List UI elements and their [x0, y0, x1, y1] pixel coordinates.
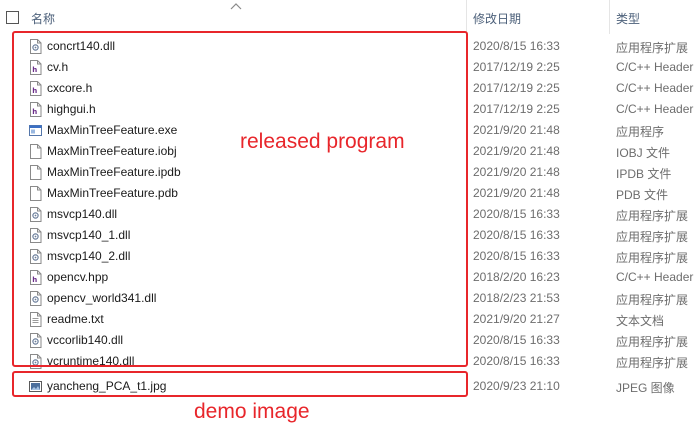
file-name[interactable]: cxcore.h [47, 81, 92, 95]
file-name[interactable]: readme.txt [47, 312, 104, 326]
header-file-icon: h [29, 60, 42, 75]
dll-icon [29, 291, 42, 306]
column-divider[interactable] [466, 0, 467, 34]
file-type: 文本文档 [616, 314, 665, 328]
file-name[interactable]: msvcp140_1.dll [47, 228, 130, 242]
file-row[interactable]: vccorlib140.dll 2020/8/15 16:33 应用程序扩展 [0, 330, 695, 351]
file-row[interactable]: MaxMinTreeFeature.pdb 2021/9/20 21:48 PDB … [0, 183, 695, 204]
file-type: IPDB 文件 [616, 167, 672, 181]
file-modified-date: 2020/9/23 21:10 [473, 379, 560, 393]
file-row[interactable]: yancheng_PCA_t1.jpg 2020/9/23 21:10 JPEG 图… [0, 376, 695, 397]
file-row[interactable]: vcruntime140.dll 2020/8/15 16:33 应用程序扩展 [0, 351, 695, 372]
file-row[interactable]: concrt140.dll 2020/8/15 16:33 应用程序扩展 [0, 36, 695, 57]
file-name[interactable]: cv.h [47, 60, 68, 74]
dll-icon [29, 249, 42, 264]
file-type: 应用程序扩展 [616, 335, 689, 349]
file-name[interactable]: MaxMinTreeFeature.ipdb [47, 165, 181, 179]
file-name[interactable]: msvcp140_2.dll [47, 249, 130, 263]
file-type: IOBJ 文件 [616, 146, 671, 160]
file-name[interactable]: yancheng_PCA_t1.jpg [47, 379, 166, 393]
file-row[interactable]: opencv_world341.dll 2018/2/23 21:53 应用程序扩展 [0, 288, 695, 309]
select-all-checkbox[interactable] [6, 11, 19, 24]
file-type: 应用程序扩展 [616, 209, 689, 223]
svg-text:h: h [32, 66, 37, 74]
dll-icon [29, 39, 42, 54]
column-header-type[interactable]: 类型 [616, 10, 640, 27]
sort-ascending-icon [230, 3, 242, 10]
file-type: 应用程序扩展 [616, 41, 689, 55]
svg-text:h: h [32, 276, 37, 284]
file-modified-date: 2021/9/20 21:48 [473, 144, 560, 158]
dll-icon [29, 333, 42, 348]
file-row[interactable]: h cxcore.h 2017/12/19 2:25 C/C++ Header [0, 78, 695, 99]
dll-icon [29, 228, 42, 243]
file-row[interactable]: h cv.h 2017/12/19 2:25 C/C++ Header [0, 57, 695, 78]
file-modified-date: 2020/8/15 16:33 [473, 228, 560, 242]
blank-file-icon [29, 165, 42, 180]
header-file-icon: h [29, 102, 42, 117]
file-type: JPEG 图像 [616, 381, 675, 395]
file-name[interactable]: opencv_world341.dll [47, 291, 156, 305]
file-modified-date: 2021/9/20 21:48 [473, 165, 560, 179]
file-type: 应用程序扩展 [616, 230, 689, 244]
column-header-name[interactable]: 名称 [31, 10, 55, 27]
file-modified-date: 2021/9/20 21:48 [473, 186, 560, 200]
file-modified-date: 2017/12/19 2:25 [473, 81, 560, 95]
file-row[interactable]: h opencv.hpp 2018/2/20 16:23 C/C++ Header [0, 267, 695, 288]
svg-text:h: h [32, 108, 37, 116]
file-type: C/C++ Header [616, 102, 694, 116]
text-file-icon [29, 312, 42, 327]
dll-icon [29, 354, 42, 369]
file-type: 应用程序扩展 [616, 356, 689, 370]
file-type: 应用程序扩展 [616, 251, 689, 265]
svg-text:h: h [32, 87, 37, 95]
file-modified-date: 2020/8/15 16:33 [473, 354, 560, 368]
demo-image-annotation: demo image [194, 400, 310, 423]
dll-icon [29, 207, 42, 222]
file-type: 应用程序 [616, 125, 665, 139]
file-type: C/C++ Header [616, 270, 694, 284]
file-name[interactable]: MaxMinTreeFeature.exe [47, 123, 177, 137]
file-name[interactable]: concrt140.dll [47, 39, 115, 53]
file-modified-date: 2020/8/15 16:33 [473, 249, 560, 263]
file-row[interactable]: msvcp140.dll 2020/8/15 16:33 应用程序扩展 [0, 204, 695, 225]
file-row[interactable]: MaxMinTreeFeature.ipdb 2021/9/20 21:48 IPD… [0, 162, 695, 183]
file-modified-date: 2020/8/15 16:33 [473, 207, 560, 221]
file-modified-date: 2021/9/20 21:27 [473, 312, 560, 326]
file-row[interactable]: readme.txt 2021/9/20 21:27 文本文档 [0, 309, 695, 330]
file-name[interactable]: msvcp140.dll [47, 207, 117, 221]
file-modified-date: 2020/8/15 16:33 [473, 39, 560, 53]
file-name[interactable]: MaxMinTreeFeature.pdb [47, 186, 178, 200]
file-name[interactable]: MaxMinTreeFeature.iobj [47, 144, 177, 158]
blank-file-icon [29, 186, 42, 201]
file-row[interactable]: msvcp140_1.dll 2020/8/15 16:33 应用程序扩展 [0, 225, 695, 246]
file-row[interactable]: h highgui.h 2017/12/19 2:25 C/C++ Header [0, 99, 695, 120]
file-name[interactable]: vcruntime140.dll [47, 354, 134, 368]
file-type: C/C++ Header [616, 81, 694, 95]
file-modified-date: 2017/12/19 2:25 [473, 102, 560, 116]
file-name[interactable]: highgui.h [47, 102, 96, 116]
file-modified-date: 2021/9/20 21:48 [473, 123, 560, 137]
image-file-icon [29, 379, 42, 394]
file-row[interactable]: msvcp140_2.dll 2020/8/15 16:33 应用程序扩展 [0, 246, 695, 267]
column-header: 名称 修改日期 类型 [0, 0, 695, 34]
released-program-annotation: released program [240, 130, 405, 153]
header-file-icon: h [29, 270, 42, 285]
file-name[interactable]: vccorlib140.dll [47, 333, 123, 347]
file-modified-date: 2017/12/19 2:25 [473, 60, 560, 74]
file-type: C/C++ Header [616, 60, 694, 74]
header-file-icon: h [29, 81, 42, 96]
file-modified-date: 2018/2/20 16:23 [473, 270, 560, 284]
file-name[interactable]: opencv.hpp [47, 270, 108, 284]
exe-icon [29, 123, 42, 138]
file-type: 应用程序扩展 [616, 293, 689, 307]
column-divider[interactable] [609, 0, 610, 34]
blank-file-icon [29, 144, 42, 159]
column-header-date[interactable]: 修改日期 [473, 10, 521, 27]
file-modified-date: 2018/2/23 21:53 [473, 291, 560, 305]
file-type: PDB 文件 [616, 188, 669, 202]
file-modified-date: 2020/8/15 16:33 [473, 333, 560, 347]
